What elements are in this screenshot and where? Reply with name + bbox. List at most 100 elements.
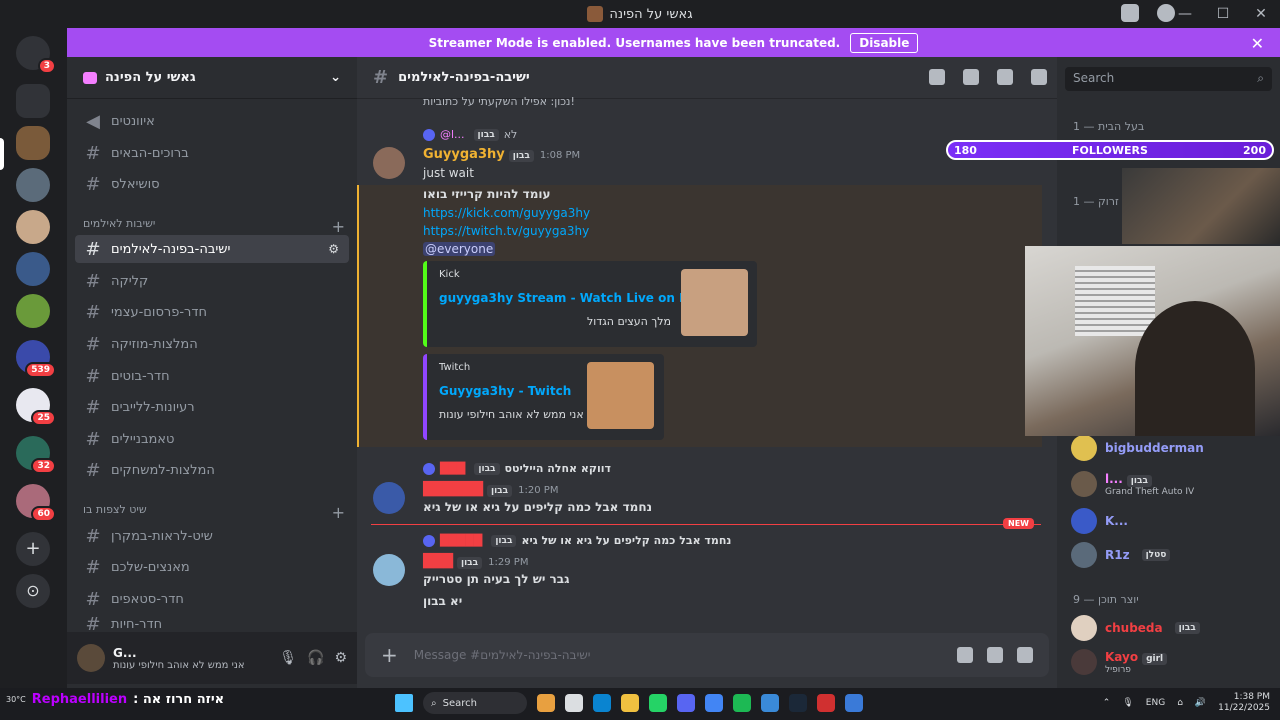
clock[interactable]: 1:38 PM 11/22/2025 <box>1218 692 1270 714</box>
notifications-icon[interactable] <box>963 69 979 85</box>
channel-item[interactable]: # המלצות-למשחקים <box>75 456 349 484</box>
author-name[interactable]: ██████ בבון 1:20 PM <box>423 482 558 497</box>
add-channel-icon[interactable]: + <box>332 503 345 522</box>
minimize-button[interactable]: — <box>1166 6 1204 22</box>
chevron-up-icon[interactable]: ⌃ <box>1103 698 1111 708</box>
close-window-button[interactable]: ✕ <box>1242 6 1280 22</box>
embed-title[interactable]: Guyyga3hy - Twitch <box>439 384 571 398</box>
embed-title[interactable]: guyyga3hy Stream - Watch Live on Kick <box>439 291 708 305</box>
server-5[interactable] <box>16 294 50 328</box>
photos-icon[interactable] <box>761 694 779 712</box>
embed-thumbnail[interactable] <box>587 362 654 429</box>
headphones-icon[interactable]: 🎧 <box>307 650 324 666</box>
reply-preview[interactable]: ███ בבון דווקא אחלה הייליטס <box>423 462 611 475</box>
member-item[interactable]: chubeda בבון <box>1071 615 1200 641</box>
author-name[interactable]: Guyyga3hy בבון 1:08 PM <box>423 147 580 162</box>
obs-icon[interactable] <box>817 694 835 712</box>
discord-icon[interactable] <box>677 694 695 712</box>
server-gashi[interactable] <box>16 126 50 160</box>
channel-item[interactable]: # חדר-פרסום-עצמי <box>75 298 349 326</box>
avatar[interactable] <box>77 644 105 672</box>
inbox-icon[interactable] <box>1121 4 1139 22</box>
member-item[interactable]: Kayo girl פרופיל <box>1071 649 1168 675</box>
close-banner-icon[interactable]: ✕ <box>1251 34 1264 53</box>
guild-header[interactable]: גאשי על הפינה ⌄ <box>67 57 357 99</box>
edge-icon[interactable] <box>593 694 611 712</box>
server-2[interactable] <box>16 168 50 202</box>
channel-item[interactable]: # חדר-בוטים <box>75 362 349 390</box>
disable-button[interactable]: Disable <box>850 32 919 53</box>
network-icon[interactable]: ⌂ <box>1177 698 1183 708</box>
avatar[interactable] <box>373 482 405 514</box>
avatar[interactable] <box>373 554 405 586</box>
emoji-icon[interactable] <box>957 647 973 663</box>
author-name[interactable]: ███ בבון 1:29 PM <box>423 554 528 569</box>
discover-icon[interactable]: ⊙ <box>16 574 50 608</box>
volume-icon[interactable]: 🔊 <box>1195 698 1206 708</box>
reply-preview[interactable]: @l... בבון לא <box>423 128 517 141</box>
chevron-down-icon[interactable]: ⌄ <box>330 70 341 85</box>
widget-icon[interactable] <box>537 694 555 712</box>
settings-icon[interactable]: ⚙ <box>328 242 339 256</box>
channel-welcome[interactable]: # ברוכים-הבאים <box>75 139 349 167</box>
member-item[interactable]: R1z סטלן <box>1071 542 1171 568</box>
notepad-icon[interactable] <box>845 694 863 712</box>
category-header[interactable]: ישיבות לאילמים + <box>83 217 345 236</box>
avatar[interactable] <box>373 147 405 179</box>
embed-thumbnail[interactable] <box>681 269 748 336</box>
server-9[interactable]: 60 <box>16 484 56 522</box>
windows-start-icon[interactable] <box>395 694 413 712</box>
attach-icon[interactable]: + <box>381 643 398 667</box>
reply-preview[interactable]: █████ בבון נחמד אבל כמה קליפים על גיא או… <box>423 534 731 547</box>
server-8[interactable]: 32 <box>16 436 56 474</box>
category-header[interactable]: שיט לצפות בו + <box>83 503 345 522</box>
channel-item[interactable]: # רעיונות-ללייבים <box>75 393 349 421</box>
channel-item[interactable]: # חדר-חיות <box>75 617 349 631</box>
everyone-mention[interactable]: @everyone <box>423 242 496 256</box>
channel-item[interactable]: # קליקה <box>75 267 349 295</box>
apps-icon[interactable] <box>987 647 1003 663</box>
member-item[interactable]: l... בבון Grand Theft Auto IV <box>1071 471 1194 497</box>
server-6[interactable]: 539 <box>16 340 56 378</box>
message-input[interactable]: Message #ישיבה-בפינה-לאילמים <box>414 648 591 662</box>
twitch-link[interactable]: https://twitch.tv/guyyga3hy <box>423 224 589 238</box>
mic-tray-icon[interactable]: 🎙 <box>1122 698 1133 708</box>
add-channel-icon[interactable]: + <box>332 217 345 236</box>
taskbar-search[interactable]: ⌕ Search <box>423 692 527 714</box>
whatsapp-icon[interactable] <box>649 694 667 712</box>
search-input[interactable]: Search ⌕ <box>1065 67 1272 91</box>
channel-item[interactable]: # מאנצים-שלכם <box>75 553 349 581</box>
folder-icon[interactable] <box>16 84 50 118</box>
server-3[interactable] <box>16 210 50 244</box>
channel-item[interactable]: # טאמבניילים <box>75 425 349 453</box>
channel-item[interactable]: # חדר-סטאפים <box>75 585 349 613</box>
gift-icon[interactable] <box>1017 647 1033 663</box>
threads-icon[interactable] <box>929 69 945 85</box>
message-composer[interactable]: + Message #ישיבה-בפינה-לאילמים <box>365 633 1049 677</box>
steam-icon[interactable] <box>789 694 807 712</box>
maximize-button[interactable]: ☐ <box>1204 6 1242 22</box>
channel-events[interactable]: ◀ איוונטים <box>75 107 349 135</box>
members-icon[interactable] <box>1031 69 1047 85</box>
guild-name: גאשי על הפינה <box>105 70 196 85</box>
member-item[interactable]: K... <box>1071 508 1128 534</box>
explorer-icon[interactable] <box>621 694 639 712</box>
file-icon[interactable] <box>565 694 583 712</box>
channel-item[interactable]: # שיט-לראות-במקרן <box>75 522 349 550</box>
channel-item[interactable]: # המלצות-מוזיקה <box>75 330 349 358</box>
add-server-icon[interactable]: + <box>16 532 50 566</box>
pin-icon[interactable] <box>997 69 1013 85</box>
weather-widget[interactable]: 30°C <box>6 695 26 704</box>
kick-link[interactable]: https://kick.com/guyyga3hy <box>423 206 590 220</box>
server-7[interactable]: 25 <box>16 388 56 426</box>
spotify-icon[interactable] <box>733 694 751 712</box>
discord-home-icon[interactable]: 3 <box>16 36 56 74</box>
microphone-icon[interactable]: 🎙 <box>279 650 297 666</box>
gear-icon[interactable]: ⚙ <box>334 650 347 666</box>
member-item[interactable]: bigbudderman <box>1071 435 1204 461</box>
server-4[interactable] <box>16 252 50 286</box>
language-indicator[interactable]: ENG <box>1146 698 1165 708</box>
channel-active[interactable]: # ישיבה-בפינה-לאילמים ⚙ <box>75 235 349 263</box>
chrome-icon[interactable] <box>705 694 723 712</box>
channel-socials[interactable]: # סושיאלס <box>75 170 349 198</box>
